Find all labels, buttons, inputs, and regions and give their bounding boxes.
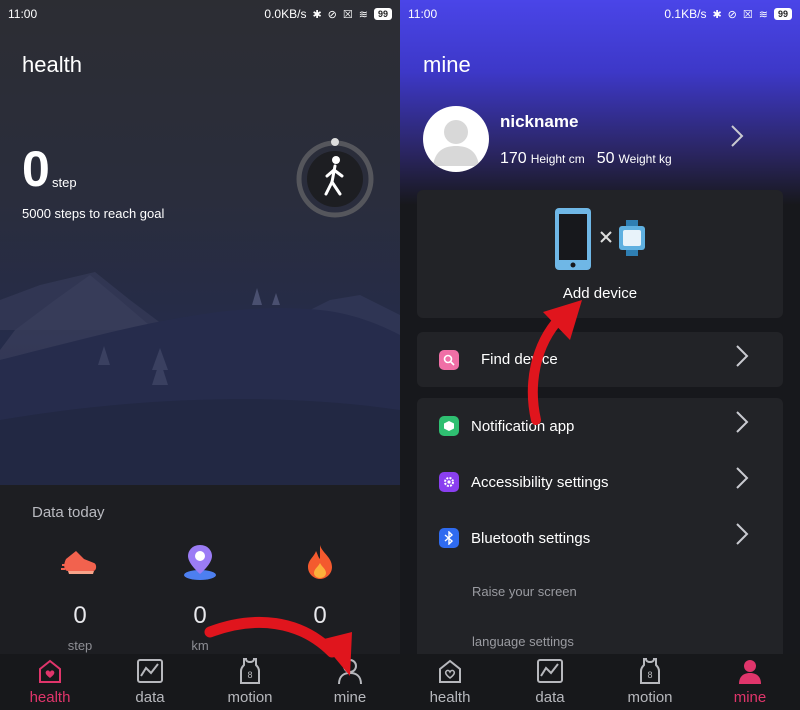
mute-icon: ⊘	[727, 8, 737, 21]
chart-icon	[136, 657, 164, 685]
heart-house-icon	[36, 657, 64, 685]
search-icon	[439, 349, 459, 370]
tab-data-label: data	[535, 689, 565, 706]
status-time: 11:00	[408, 7, 438, 21]
stat-distance: 0 km	[150, 540, 250, 653]
add-device-card[interactable]: Add device	[417, 190, 783, 318]
weight-unit: Weight kg	[618, 152, 672, 166]
profile-metrics: 170 Height cm 50 Weight kg	[500, 150, 684, 168]
stat-steps-unit: step	[67, 638, 93, 653]
sim-icon: ☒	[742, 8, 753, 21]
tab-motion[interactable]: 8 motion	[600, 654, 700, 710]
chevron-right-icon	[735, 344, 749, 372]
find-device-label: Find device	[481, 351, 558, 368]
bottom-tab-bar: health data 8 motion mine	[400, 654, 800, 710]
chevron-right-icon	[735, 522, 749, 550]
notification-app-row[interactable]: Notification app	[417, 398, 783, 454]
tab-motion-label: motion	[227, 689, 273, 706]
tab-motion[interactable]: 8 motion	[200, 654, 300, 710]
accessibility-settings-row[interactable]: Accessibility settings	[417, 454, 783, 510]
page-title: health	[22, 52, 82, 77]
data-today-label: Data today	[32, 504, 105, 521]
notification-app-icon	[439, 416, 459, 436]
add-device-label: Add device	[562, 285, 638, 302]
stat-distance-value: 0	[193, 602, 207, 629]
bottom-tab-bar: health data 8 motion mine	[0, 654, 400, 710]
stat-calories: 0	[270, 540, 370, 630]
height-unit: Height cm	[530, 152, 585, 166]
chevron-right-icon	[735, 466, 749, 494]
tab-mine[interactable]: mine	[300, 654, 400, 710]
mine-screen: 11:00 0.1KB/s ✱ ⊘ ☒ ≋ 99 mine nickname 1…	[400, 0, 800, 710]
jersey-icon: 8	[637, 657, 663, 685]
shoe-icon	[30, 540, 130, 584]
mute-icon: ⊘	[327, 8, 337, 21]
wifi-icon: ≋	[758, 8, 768, 21]
step-goal-text: 5000 steps to reach goal	[22, 206, 165, 221]
status-bar: 11:00 0.1KB/s ✱ ⊘ ☒ ≋ 99	[400, 0, 800, 28]
bluetooth-icon	[439, 528, 459, 548]
profile-header-background	[400, 0, 800, 205]
person-icon	[737, 657, 763, 685]
bluetooth-settings-label: Bluetooth settings	[471, 529, 591, 547]
accessibility-settings-label: Accessibility settings	[471, 473, 609, 491]
tab-health-label: health	[429, 689, 471, 706]
stat-steps-value: 0	[73, 602, 87, 629]
svg-text:8: 8	[647, 670, 652, 680]
gear-icon	[439, 472, 459, 492]
network-speed: 0.1KB/s	[664, 7, 707, 21]
step-count: 0	[22, 141, 50, 197]
avatar[interactable]	[423, 106, 489, 172]
svg-text:8: 8	[247, 670, 252, 680]
settings-menu-card: Notification app Accessibility settings …	[417, 398, 783, 668]
tab-mine[interactable]: mine	[700, 654, 800, 710]
raise-screen-item[interactable]: Raise your screen	[472, 584, 577, 599]
sim-icon: ☒	[342, 8, 353, 21]
tab-health[interactable]: health	[0, 654, 100, 710]
profile-chevron-right-icon[interactable]	[730, 124, 744, 155]
find-device-row[interactable]: Find device	[417, 332, 783, 387]
weight-value: 50	[596, 150, 615, 167]
location-pin-icon	[150, 540, 250, 584]
page-title: mine	[423, 52, 471, 77]
step-unit: step	[52, 175, 77, 190]
wifi-icon: ≋	[358, 8, 368, 21]
battery-icon: 99	[773, 8, 792, 20]
tab-motion-label: motion	[627, 689, 673, 706]
status-time: 11:00	[8, 7, 38, 21]
heart-house-icon	[436, 657, 464, 685]
tab-data[interactable]: data	[100, 654, 200, 710]
jersey-icon: 8	[237, 657, 263, 685]
tab-mine-label: mine	[333, 689, 367, 706]
tab-health-label: health	[29, 689, 71, 706]
bluetooth-icon: ✱	[312, 8, 322, 21]
profile-nickname[interactable]: nickname	[500, 112, 578, 132]
stat-calories-value: 0	[313, 602, 327, 629]
tab-health[interactable]: health	[400, 654, 500, 710]
chart-icon	[536, 657, 564, 685]
notification-app-label: Notification app	[471, 417, 575, 435]
bluetooth-icon: ✱	[712, 8, 722, 21]
health-screen: 11:00 0.0KB/s ✱ ⊘ ☒ ≋ 99 health 0 step 5…	[0, 0, 400, 710]
phone-watch-illustration	[555, 208, 645, 270]
tab-mine-label: mine	[733, 689, 767, 706]
battery-icon: 99	[373, 8, 392, 20]
multiply-icon	[600, 231, 612, 243]
network-speed: 0.0KB/s	[264, 7, 307, 21]
flame-icon	[270, 540, 370, 584]
status-bar: 11:00 0.0KB/s ✱ ⊘ ☒ ≋ 99	[0, 0, 400, 28]
person-icon	[337, 657, 363, 685]
bluetooth-settings-row[interactable]: Bluetooth settings	[417, 510, 783, 566]
step-progress-ring[interactable]	[294, 138, 376, 220]
height-value: 170	[500, 150, 527, 167]
stat-distance-unit: km	[191, 638, 209, 653]
tab-data-label: data	[135, 689, 165, 706]
language-settings-item[interactable]: language settings	[472, 634, 574, 649]
tab-data[interactable]: data	[500, 654, 600, 710]
chevron-right-icon	[735, 410, 749, 438]
stat-steps: 0 step	[30, 540, 130, 653]
